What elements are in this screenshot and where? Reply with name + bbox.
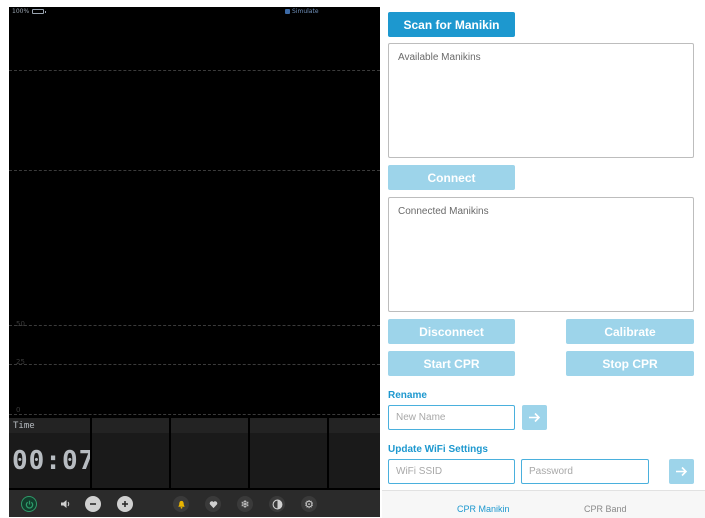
monitor-control-bar: ❄ ⚙	[9, 490, 380, 517]
tab-cpr-band[interactable]: CPR Band	[584, 504, 627, 514]
status-bar: 100% Simulate	[9, 7, 380, 17]
grid-line	[9, 414, 380, 415]
axis-label-50: 50	[16, 320, 25, 328]
speaker-icon[interactable]	[57, 496, 73, 512]
wifi-password-input[interactable]	[521, 459, 649, 484]
connected-manikins-label: Connected Manikins	[398, 206, 489, 217]
vital-cell	[327, 418, 380, 488]
new-name-input[interactable]	[388, 405, 515, 430]
available-manikins-label: Available Manikins	[398, 52, 481, 63]
disconnect-button[interactable]: Disconnect	[388, 319, 515, 344]
time-label: Time	[13, 421, 35, 431]
battery-icon	[32, 9, 46, 14]
vital-cell	[248, 418, 327, 488]
snowflake-icon[interactable]: ❄	[237, 496, 253, 512]
battery-percentage: 100%	[12, 8, 30, 15]
time-cell: Time 00:07	[9, 418, 94, 488]
minus-icon[interactable]	[85, 496, 101, 512]
time-value: 00:07	[12, 446, 96, 476]
grid-line	[9, 364, 380, 365]
vital-cell	[169, 418, 248, 488]
axis-label-25: 25	[16, 358, 25, 366]
monitor-panel: 100% Simulate 50 25 0 Time 00:07 ❄ ⚙	[9, 7, 380, 517]
grid-line	[9, 70, 380, 71]
vital-cell	[90, 418, 169, 488]
wifi-submit-button[interactable]	[669, 459, 694, 484]
calibrate-button[interactable]: Calibrate	[566, 319, 694, 344]
app-indicator-icon	[285, 9, 290, 14]
gear-icon[interactable]: ⚙	[301, 496, 317, 512]
wifi-settings-label: Update WiFi Settings	[388, 444, 488, 455]
stop-cpr-button[interactable]: Stop CPR	[566, 351, 694, 376]
tab-cpr-manikin[interactable]: CPR Manikin	[457, 504, 510, 514]
vitals-strip: Time 00:07	[9, 418, 380, 488]
rename-label: Rename	[388, 390, 427, 401]
axis-label-0: 0	[16, 406, 21, 414]
available-manikins-list[interactable]: Available Manikins	[388, 43, 694, 158]
start-cpr-button[interactable]: Start CPR	[388, 351, 515, 376]
connected-manikins-list[interactable]: Connected Manikins	[388, 197, 694, 312]
app-indicator-label: Simulate	[292, 8, 319, 15]
connect-button[interactable]: Connect	[388, 165, 515, 190]
tab-bar: CPR Manikin CPR Band	[382, 490, 705, 518]
power-icon[interactable]	[21, 496, 37, 512]
heart-icon[interactable]	[205, 496, 221, 512]
contrast-icon[interactable]	[269, 496, 285, 512]
scan-for-manikin-button[interactable]: Scan for Manikin	[388, 12, 515, 37]
grid-line	[9, 325, 380, 326]
arrow-right-icon	[529, 412, 541, 423]
bell-icon[interactable]	[173, 496, 189, 512]
arrow-right-icon	[676, 466, 688, 477]
plus-icon[interactable]	[117, 496, 133, 512]
grid-line	[9, 170, 380, 171]
wifi-ssid-input[interactable]	[388, 459, 515, 484]
rename-submit-button[interactable]	[522, 405, 547, 430]
